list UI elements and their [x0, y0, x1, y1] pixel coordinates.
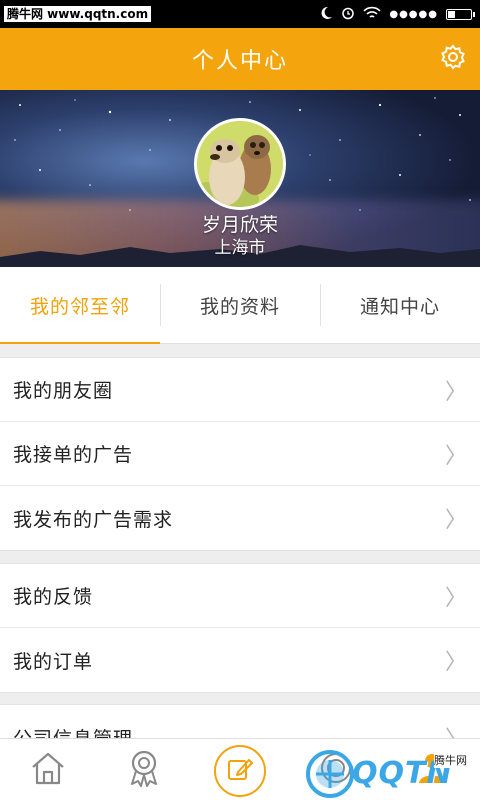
qqtn-watermark: QQTN 腾牛网 — [300, 744, 480, 800]
menu-item-label: 我的反馈 — [13, 586, 94, 608]
tab-neighbor[interactable]: 我的邻至邻 — [0, 267, 160, 344]
compose-button[interactable] — [214, 744, 266, 797]
menu-group-account: 我的反馈 〉 我的订单 〉 — [0, 563, 480, 693]
chevron-right-icon: 〉 — [444, 508, 468, 533]
watermark-logo-icon — [306, 750, 354, 798]
chevron-right-icon: 〉 — [444, 585, 468, 611]
signal-icon: ●●●●● — [389, 8, 438, 20]
nav-badge[interactable] — [96, 739, 192, 800]
battery-icon — [446, 8, 475, 20]
menu-item-label: 我发布的广告需求 — [13, 508, 174, 531]
tab-notifications[interactable]: 通知中心 — [320, 267, 480, 343]
alarm-icon — [341, 6, 355, 23]
wifi-icon — [363, 6, 381, 23]
chevron-right-icon: 〉 — [444, 650, 468, 675]
status-icons: ●●●●● — [319, 6, 475, 23]
settings-button[interactable] — [436, 42, 470, 76]
gear-icon — [439, 43, 467, 75]
page-title: 个人中心 — [191, 49, 288, 74]
meerkat-avatar-image — [197, 121, 283, 207]
tab-profile-info[interactable]: 我的资料 — [160, 267, 320, 343]
nav-compose[interactable] — [192, 739, 288, 800]
home-icon — [29, 750, 67, 790]
menu-item-moments[interactable]: 我的朋友圈 〉 — [0, 358, 480, 422]
menu-item-feedback[interactable]: 我的反馈 〉 — [0, 564, 480, 628]
nav-home[interactable] — [0, 739, 96, 800]
profile-tabs: 我的邻至邻 我的资料 通知中心 — [0, 267, 480, 344]
menu-item-published-ad-requests[interactable]: 我发布的广告需求 〉 — [0, 486, 480, 550]
menu-item-orders[interactable]: 我的订单 〉 — [0, 628, 480, 692]
watermark-tag: 腾牛网 — [434, 752, 467, 768]
menu-item-label: 我接单的广告 — [13, 444, 134, 466]
menu-group-activity: 我的朋友圈 〉 我接单的广告 〉 我发布的广告需求 〉 — [0, 357, 480, 551]
avatar[interactable] — [194, 118, 286, 210]
app-header: 个人中心 — [0, 28, 480, 90]
chevron-right-icon: 〉 — [444, 379, 468, 405]
menu-item-accepted-ads[interactable]: 我接单的广告 〉 — [0, 422, 480, 486]
moon-icon — [319, 6, 333, 23]
compose-icon — [226, 755, 254, 787]
menu-item-label: 我的订单 — [13, 650, 94, 673]
menu-item-label: 我的朋友圈 — [13, 380, 114, 402]
user-location: 上海市 — [214, 238, 266, 258]
chevron-right-icon: 〉 — [444, 443, 468, 469]
battery-fill — [448, 10, 456, 18]
status-bar: 腾牛网 www.qqtn.com ●●●●● — [0, 0, 480, 28]
badge-icon — [125, 748, 163, 792]
status-watermark: 腾牛网 www.qqtn.com — [4, 6, 152, 22]
